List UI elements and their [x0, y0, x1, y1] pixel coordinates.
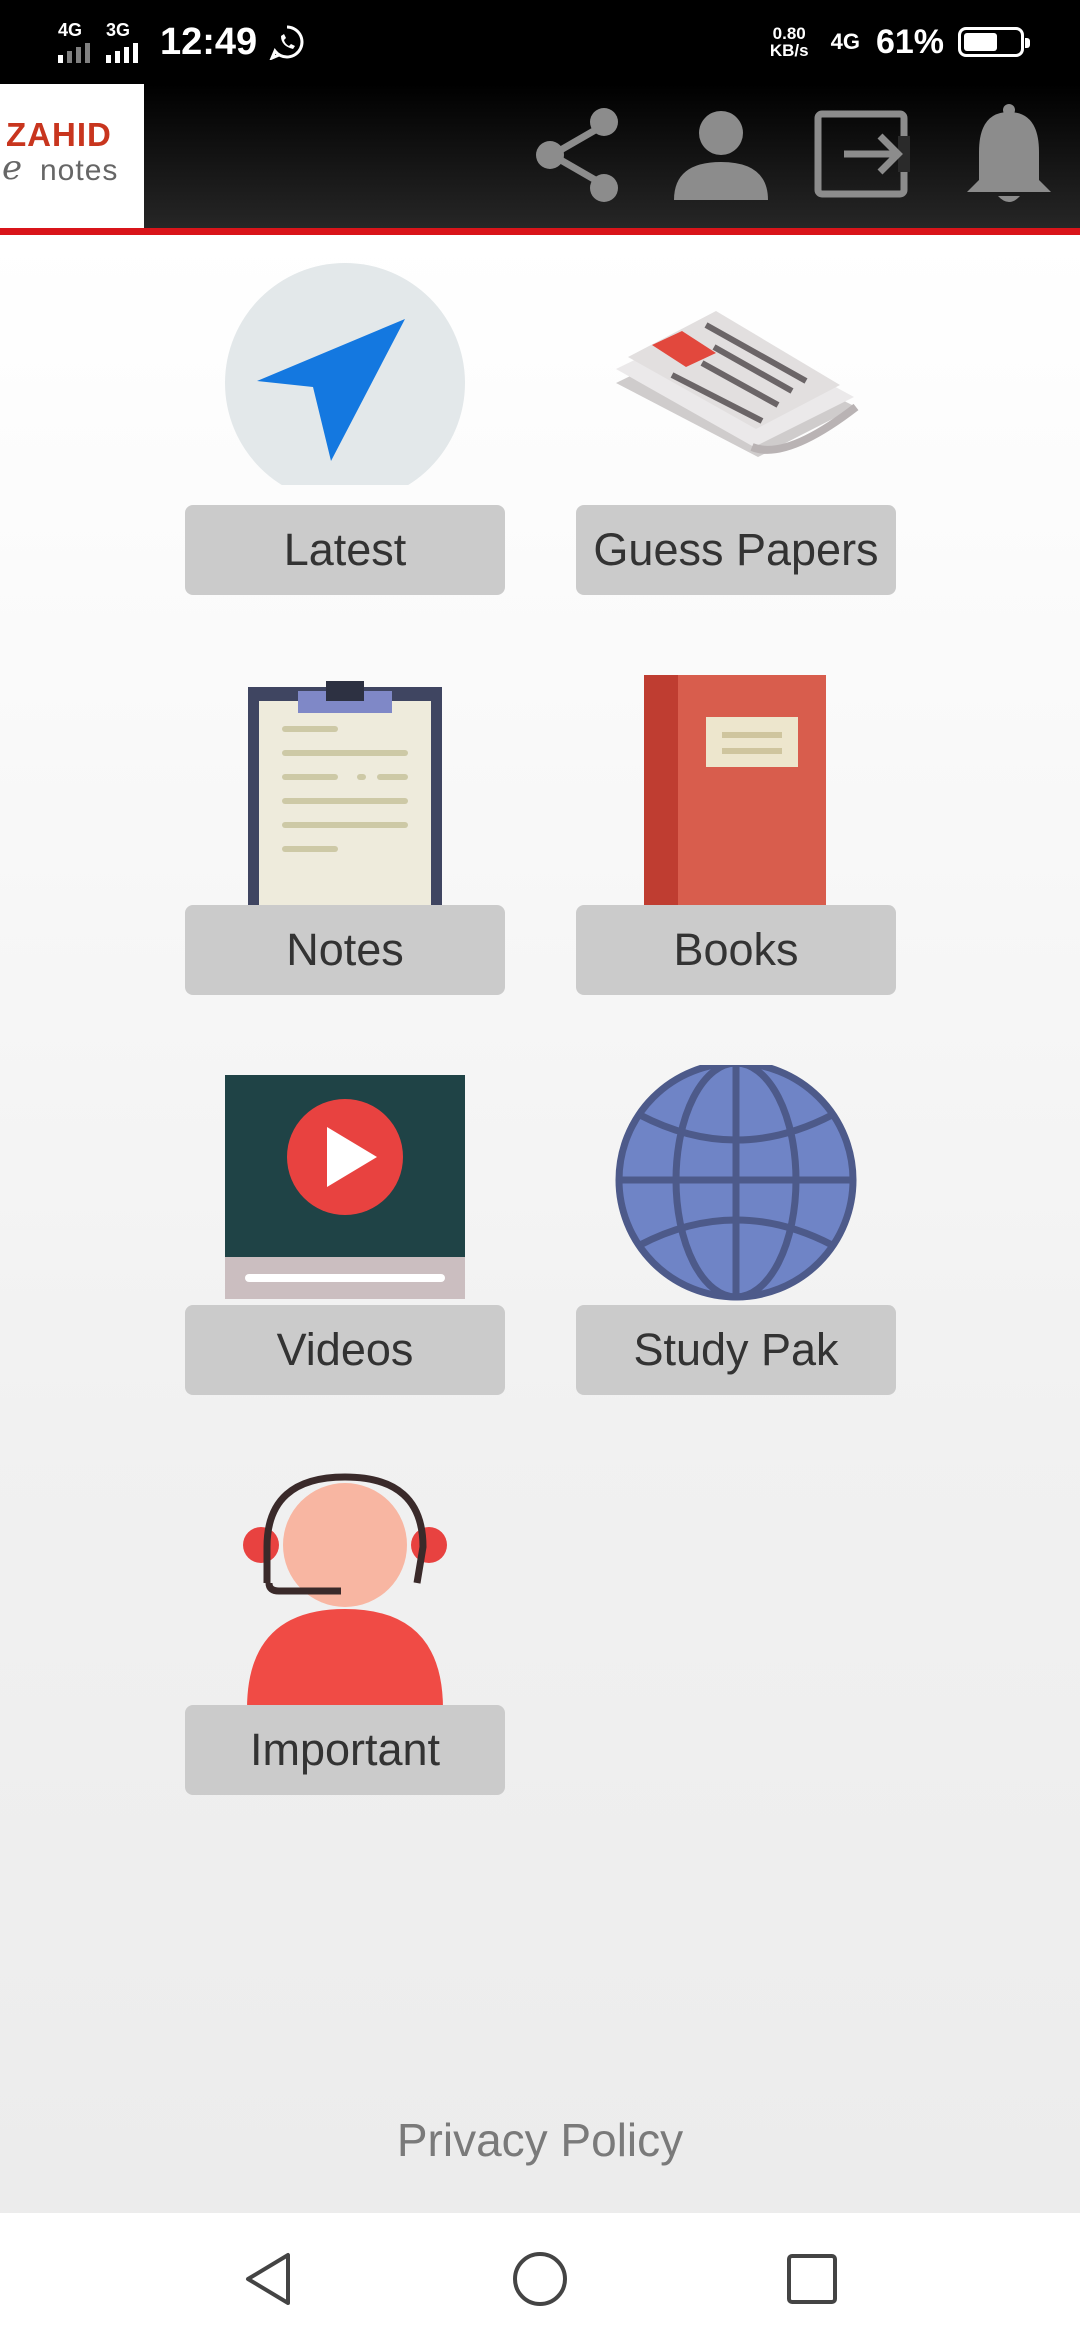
logo-text-bottom: notes — [40, 154, 119, 187]
bell-icon[interactable] — [954, 100, 1064, 210]
sim2-network-type: 3G — [106, 20, 131, 40]
sim1-signal-icon: 4G — [58, 21, 90, 63]
important-button[interactable]: Important — [185, 1705, 505, 1795]
logout-icon[interactable] — [810, 100, 920, 210]
guess-papers-button[interactable]: Guess Papers — [576, 505, 896, 595]
book-icon — [644, 675, 826, 915]
profile-icon[interactable] — [666, 100, 776, 210]
home-icon[interactable] — [510, 2249, 570, 2309]
speed-unit: KB/s — [769, 41, 809, 60]
system-nav-bar — [0, 2213, 1080, 2340]
video-player-icon — [225, 1075, 465, 1299]
status-bar: 4G 3G 12:49 0.80 KB/s 4G 61% — [0, 0, 1080, 84]
whatsapp-icon — [269, 25, 304, 60]
books-button[interactable]: Books — [576, 905, 896, 995]
globe-icon — [615, 1065, 857, 1301]
sim2-signal-icon: 3G — [106, 21, 138, 63]
sim1-network-type: 4G — [58, 20, 83, 40]
study-pak-button[interactable]: Study Pak — [576, 1305, 896, 1395]
battery-icon — [958, 27, 1030, 57]
navigation-arrow-icon — [225, 263, 465, 485]
header-accent-line — [0, 228, 1080, 235]
support-agent-icon — [243, 1473, 447, 1709]
data-network-type: 4G — [830, 29, 860, 54]
network-speed: 0.80 KB/s — [770, 25, 809, 59]
newspaper-icon — [616, 311, 859, 457]
battery-percent: 61% — [875, 22, 944, 61]
app-logo[interactable]: ZAHID e notes — [0, 84, 144, 228]
latest-button[interactable]: Latest — [185, 505, 505, 595]
speed-value: 0.80 — [772, 24, 806, 43]
clock: 12:49 — [160, 20, 258, 63]
privacy-policy-link[interactable]: Privacy Policy — [0, 2113, 1080, 2167]
home-menu: Latest Guess Papers Notes Books Videos S… — [0, 235, 1080, 2213]
recents-icon[interactable] — [784, 2251, 840, 2307]
videos-button[interactable]: Videos — [185, 1305, 505, 1395]
clipboard-icon — [248, 681, 442, 915]
logo-text-e: e — [2, 148, 23, 188]
share-icon[interactable] — [522, 100, 632, 210]
back-icon[interactable] — [240, 2249, 296, 2309]
notes-button[interactable]: Notes — [185, 905, 505, 995]
